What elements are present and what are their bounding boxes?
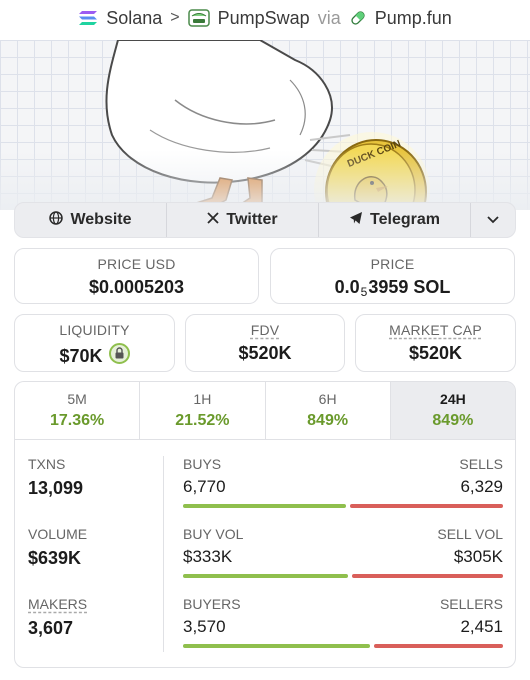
market-cap-label[interactable]: MARKET CAP xyxy=(356,322,515,338)
buy-vol-label: BUY VOL xyxy=(183,526,244,542)
price-native-value: 0.0 5 3959 SOL xyxy=(334,277,451,299)
tab-label: 5M xyxy=(67,391,87,407)
timeframe-tabs: 5M 17.36% 1H 21.52% 6H 849% 24H 849% xyxy=(15,382,515,440)
price-usd-card: PRICE USD $0.0005203 xyxy=(14,248,259,304)
price-change: 849% xyxy=(307,412,349,429)
tab-label: 24H xyxy=(440,391,466,407)
buys-label: BUYS xyxy=(183,456,222,472)
price-change: 849% xyxy=(432,412,474,429)
makers-stat: MAKERS 3,607 xyxy=(28,596,87,639)
buy-bar-segment xyxy=(183,504,347,508)
column-divider xyxy=(163,456,164,652)
buyers-label: BUYERS xyxy=(183,596,241,612)
sell-vol-value: $305K xyxy=(453,547,503,566)
price-usd-value: $0.0005203 xyxy=(88,277,185,297)
twitter-button[interactable]: Twitter xyxy=(167,203,319,237)
liquidity-label: LIQUIDITY xyxy=(59,322,130,338)
volume-split-stat: BUY VOL SELL VOL $333K $305K xyxy=(183,526,503,578)
sell-bar-segment xyxy=(374,644,503,648)
website-button[interactable]: Website xyxy=(15,203,167,237)
launchpad-link[interactable]: Pump.fun xyxy=(375,8,452,29)
tab-label: 1H xyxy=(193,391,212,407)
makers-value: 3,607 xyxy=(28,618,74,638)
website-label: Website xyxy=(70,211,132,228)
buy-bar-segment xyxy=(183,574,348,578)
liquidity-value: $70K xyxy=(59,345,103,366)
trading-stats-panel: 5M 17.36% 1H 21.52% 6H 849% 24H 849% TXN… xyxy=(14,381,516,668)
sells-value: 6,329 xyxy=(460,477,503,496)
buys-value: 6,770 xyxy=(183,477,226,496)
sell-bar-segment xyxy=(350,504,503,508)
fdv-label[interactable]: FDV xyxy=(186,322,344,338)
tab-5m[interactable]: 5M 17.36% xyxy=(15,382,141,439)
more-links-button[interactable] xyxy=(471,203,515,237)
sellers-value: 2,451 xyxy=(460,617,503,636)
buys-sells-stat: BUYS SELLS 6,770 6,329 xyxy=(183,456,503,508)
tab-24h[interactable]: 24H 849% xyxy=(390,382,515,439)
volume-stat: VOLUME $639K xyxy=(28,526,87,569)
zero-count: 5 xyxy=(360,284,368,299)
chain-link[interactable]: Solana xyxy=(106,8,162,29)
banner-fade xyxy=(0,150,530,210)
market-cap-card: MARKET CAP $520K xyxy=(355,314,516,372)
chevron-right-icon: > xyxy=(170,9,180,26)
volume-value: $639K xyxy=(28,548,82,568)
pill-icon xyxy=(349,9,367,27)
market-cap-value: $520K xyxy=(408,343,463,363)
tab-6h[interactable]: 6H 849% xyxy=(266,382,391,439)
token-banner: DUCK COIN xyxy=(0,40,530,210)
fdv-card: FDV $520K xyxy=(185,314,345,372)
txns-stat: TXNS 13,099 xyxy=(28,456,83,499)
price-native-label: PRICE xyxy=(370,256,415,272)
via-label: via xyxy=(317,7,341,28)
tab-label: 6H xyxy=(318,391,337,407)
makers-label[interactable]: MAKERS xyxy=(28,596,87,612)
breadcrumb: Solana > PumpSwap via Pump.fun xyxy=(0,0,530,36)
price-change: 17.36% xyxy=(49,412,105,429)
buy-bar-segment xyxy=(183,644,371,648)
solana-icon xyxy=(78,10,98,26)
liquidity-card: LIQUIDITY $70K xyxy=(14,314,175,372)
volume-split-bar xyxy=(183,574,503,578)
buys-sells-bar xyxy=(183,504,503,508)
globe-icon xyxy=(49,210,64,230)
dex-link[interactable]: PumpSwap xyxy=(218,8,310,29)
txns-label: TXNS xyxy=(28,456,66,472)
x-logo-icon xyxy=(207,211,219,229)
pumpswap-icon xyxy=(187,8,210,28)
telegram-button[interactable]: Telegram xyxy=(319,203,471,237)
txns-value: 13,099 xyxy=(28,478,84,498)
price-usd-label: PRICE USD xyxy=(97,256,176,272)
sellers-label: SELLERS xyxy=(439,596,503,612)
buyers-sellers-bar xyxy=(183,644,503,648)
chevron-down-icon xyxy=(487,211,499,229)
buyers-value: 3,570 xyxy=(183,617,226,636)
sells-label: SELLS xyxy=(459,456,503,472)
volume-label: VOLUME xyxy=(28,526,88,542)
telegram-label: Telegram xyxy=(370,211,440,228)
social-links-bar: Website Twitter Telegram xyxy=(14,202,516,238)
price-native-card: PRICE 0.0 5 3959 SOL xyxy=(270,248,515,304)
sell-vol-label: SELL VOL xyxy=(437,526,503,542)
telegram-icon xyxy=(349,211,363,230)
tab-1h[interactable]: 1H 21.52% xyxy=(140,382,266,439)
sell-bar-segment xyxy=(351,574,503,578)
stats-rows: TXNS 13,099 VOLUME $639K MAKERS 3,607 BU… xyxy=(15,440,515,667)
price-change: 21.52% xyxy=(175,412,230,429)
buy-vol-value: $333K xyxy=(183,547,233,566)
fdv-value: $520K xyxy=(238,343,292,363)
buyers-sellers-stat: BUYERS SELLERS 3,570 2,451 xyxy=(183,596,503,648)
lock-icon[interactable] xyxy=(108,343,130,369)
twitter-label: Twitter xyxy=(226,211,278,228)
